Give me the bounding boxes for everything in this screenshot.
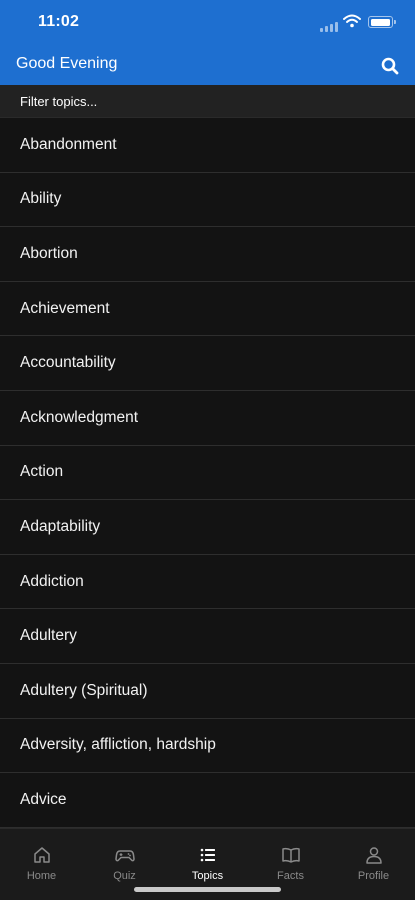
status-time: 11:02 [38,13,80,30]
wifi-icon [343,14,361,28]
topic-item[interactable]: Adaptability [0,500,415,555]
app-header-region: 11:02 Good Evening [0,0,415,85]
tab-facts-label: Facts [277,870,304,882]
book-icon [281,847,300,863]
topic-item[interactable]: Addiction [0,554,415,610]
tab-home[interactable]: Home [0,829,83,900]
topic-item[interactable]: Accountability [0,336,415,391]
nav-header: Good Evening [0,45,415,85]
topic-item[interactable]: Adversity, affliction, hardship [0,718,415,774]
topic-item[interactable]: Advice [0,773,415,828]
tab-quiz-label: Quiz [113,870,136,882]
home-indicator [134,887,281,892]
tab-profile[interactable]: Profile [332,829,415,900]
filter-topics-input[interactable] [0,85,415,118]
search-icon[interactable] [379,55,401,77]
topic-item[interactable]: Acknowledgment [0,390,415,446]
topic-item[interactable]: Adultery [0,609,415,664]
tab-home-label: Home [26,870,57,882]
home-icon [33,847,50,863]
topic-item[interactable]: Achievement [0,281,415,337]
topic-list: Abandonment Ability Abortion Achievement… [0,118,415,828]
tab-topics-label: Topics [191,870,224,882]
gamepad-icon [114,850,135,862]
tab-profile-label: Profile [357,870,390,882]
status-bar: 11:02 [0,0,415,45]
battery-icon [368,16,396,28]
topic-item[interactable]: Abortion [0,227,415,282]
topic-item[interactable]: Adultery (Spiritual) [0,663,415,719]
filter-bar [0,85,415,118]
person-icon [365,847,382,864]
list-icon [200,848,215,862]
cellular-signal-icon [320,22,338,32]
greeting-title: Good Evening [16,55,118,72]
topic-item[interactable]: Abandonment [0,118,415,173]
topic-item[interactable]: Action [0,445,415,501]
topic-item[interactable]: Ability [0,172,415,228]
